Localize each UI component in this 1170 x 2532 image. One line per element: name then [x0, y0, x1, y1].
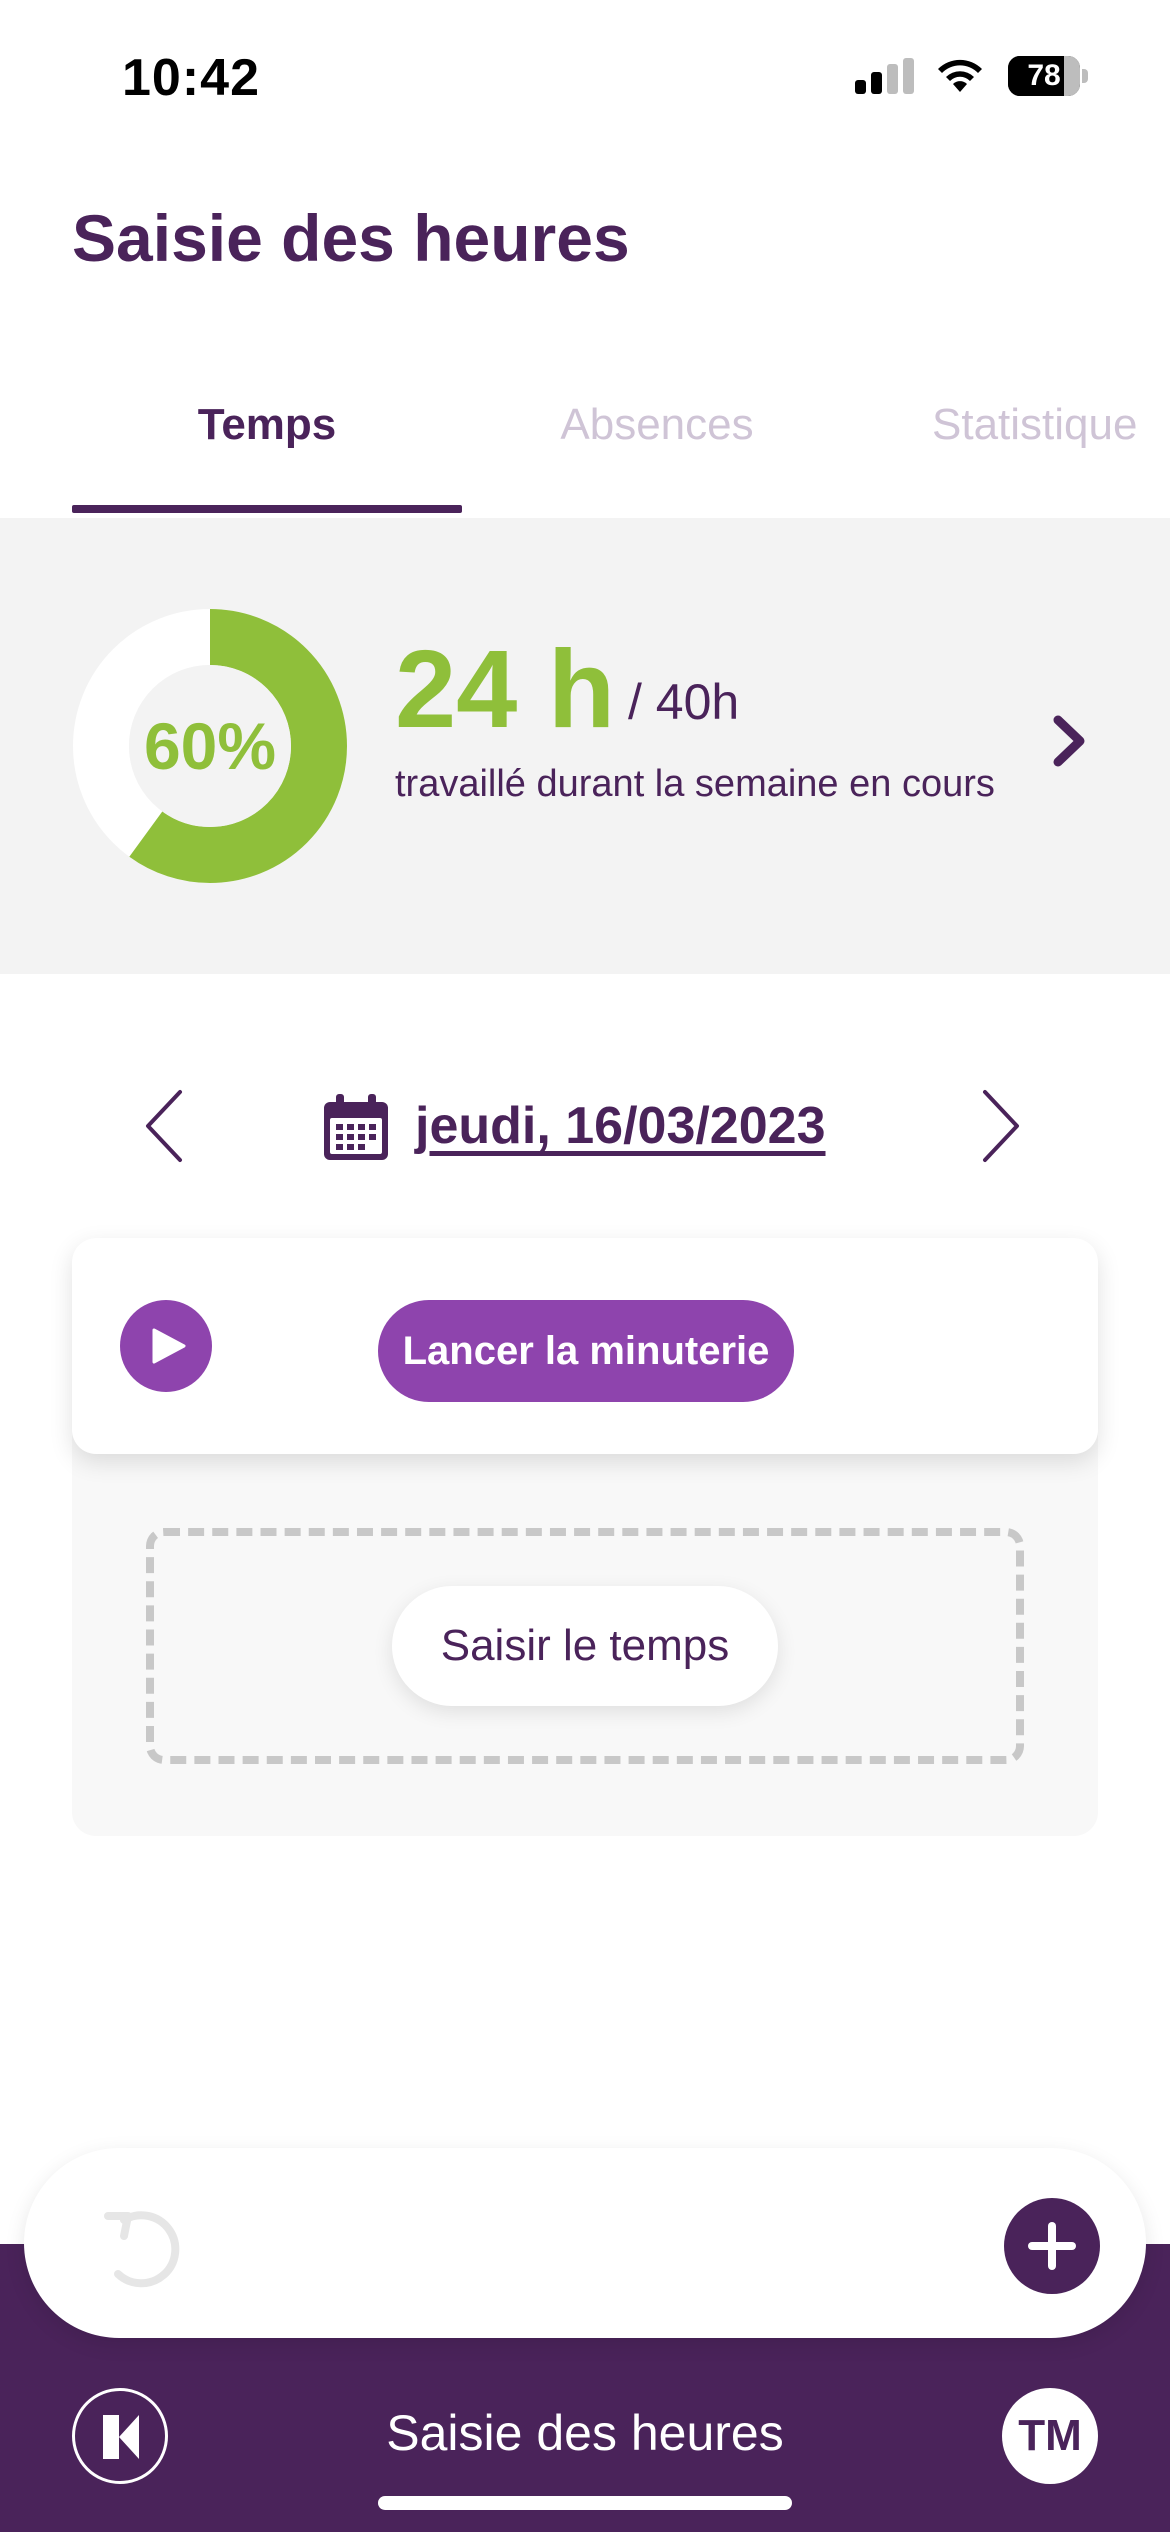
calendar-icon[interactable]	[320, 1092, 392, 1164]
tab-absences[interactable]: Absences	[462, 400, 852, 450]
status-time: 10:42	[122, 49, 260, 107]
timer-card: Lancer la minuterie	[72, 1238, 1098, 1454]
active-tab-indicator	[72, 505, 462, 513]
home-indicator	[378, 2496, 792, 2510]
battery-icon: 78	[1008, 56, 1088, 96]
previous-day-button[interactable]	[140, 1088, 190, 1164]
hours-target: / 40h	[628, 674, 740, 730]
status-bar: 10:42 78	[0, 0, 1170, 150]
hours-worked: 24 h	[395, 628, 616, 751]
chevron-right-icon[interactable]	[1050, 714, 1090, 768]
tab-statistique[interactable]: Statistique	[932, 400, 1137, 450]
bottom-bar-title: Saisie des heures	[386, 2405, 784, 2461]
progress-percent: 60%	[143, 709, 277, 783]
current-date[interactable]: jeudi, 16/03/2023	[415, 1096, 826, 1156]
date-navigator: jeudi, 16/03/2023	[0, 1080, 1170, 1180]
weekly-summary-card[interactable]: 60% 24 h / 40h travaillé durant la semai…	[0, 518, 1170, 974]
next-day-button[interactable]	[975, 1088, 1025, 1164]
add-entry-button[interactable]	[1004, 2198, 1100, 2294]
enter-time-button[interactable]: Saisir le temps	[392, 1586, 778, 1706]
action-bar	[24, 2148, 1146, 2338]
refresh-icon[interactable]	[94, 2198, 190, 2294]
start-timer-button[interactable]: Lancer la minuterie	[378, 1300, 794, 1402]
signal-icon	[855, 58, 915, 94]
tab-bar: Temps Absences Statistique	[0, 370, 1170, 515]
page-title: Saisie des heures	[72, 201, 630, 275]
battery-level: 78	[1027, 59, 1061, 92]
user-avatar[interactable]: TM	[1002, 2388, 1098, 2484]
hours-description: travaillé durant la semaine en cours	[395, 763, 995, 805]
tab-temps[interactable]: Temps	[72, 400, 462, 450]
wifi-icon	[935, 56, 985, 96]
play-icon[interactable]	[120, 1300, 212, 1392]
